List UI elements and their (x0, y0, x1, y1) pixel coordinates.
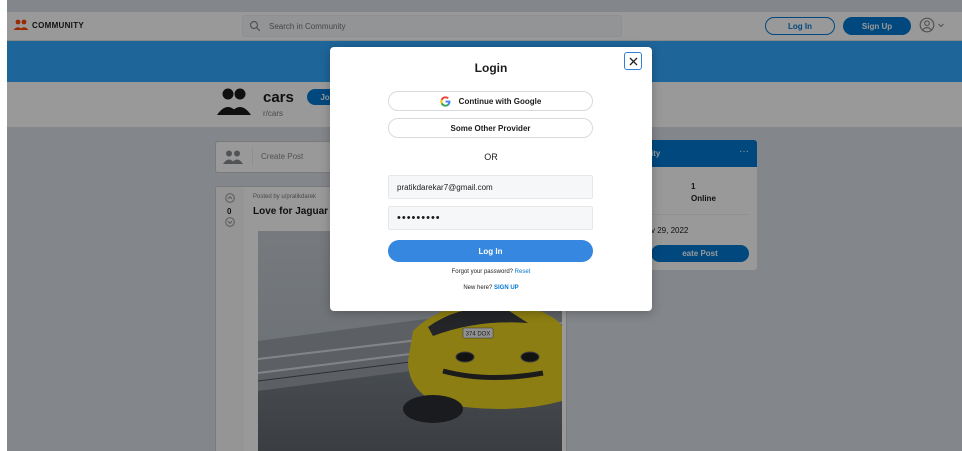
reset-password-link[interactable]: Reset (515, 269, 531, 275)
signup-row: New here? SIGN UP (330, 285, 652, 291)
other-provider-label: Some Other Provider (450, 123, 531, 133)
forgot-password-text: Forgot your password? (451, 269, 513, 275)
close-button[interactable] (624, 52, 642, 70)
or-divider: OR (484, 152, 498, 162)
other-provider-button[interactable]: Some Other Provider (388, 118, 593, 138)
signup-link[interactable]: SIGN UP (494, 285, 519, 291)
google-icon (440, 95, 451, 107)
modal-title: Login (474, 61, 508, 75)
new-here-text: New here? (463, 285, 493, 291)
email-field[interactable] (388, 175, 593, 199)
close-icon (629, 57, 637, 65)
forgot-password-row: Forgot your password? Reset (330, 269, 652, 275)
login-modal: Login Continue with Google Some Other Pr… (330, 47, 652, 311)
password-field[interactable] (388, 206, 593, 230)
submit-login-button[interactable]: Log In (388, 240, 593, 262)
google-login-label: Continue with Google (458, 96, 542, 106)
app-frame: COMMUNITY Log In Sign Up (7, 0, 962, 451)
google-login-button[interactable]: Continue with Google (388, 91, 593, 111)
